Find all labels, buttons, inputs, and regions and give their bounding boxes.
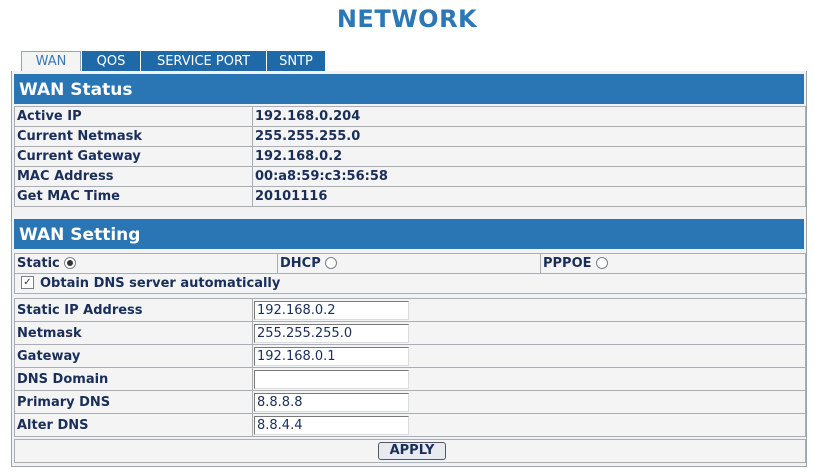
table-row: Netmask bbox=[14, 321, 806, 345]
mode-static-radio[interactable] bbox=[63, 256, 76, 269]
current-gateway-value: 192.168.0.2 bbox=[252, 146, 806, 167]
static-ip-input[interactable] bbox=[254, 300, 409, 320]
current-netmask-label: Current Netmask bbox=[14, 126, 253, 147]
mode-dhcp-radio[interactable] bbox=[324, 256, 337, 269]
obtain-dns-label: Obtain DNS server automatically bbox=[40, 276, 281, 291]
dns-domain-cell bbox=[252, 367, 806, 391]
wan-status-header: WAN Status bbox=[14, 74, 804, 104]
tab-qos[interactable]: QOS bbox=[82, 51, 140, 71]
page-title: NETWORK bbox=[336, 5, 478, 33]
table-row: Static IP Address bbox=[14, 298, 806, 322]
wan-status-table: Active IP 192.168.0.204 Current Netmask … bbox=[14, 106, 806, 207]
mode-dhcp-cell[interactable]: DHCP bbox=[277, 253, 541, 274]
table-row: Alter DNS bbox=[14, 413, 806, 437]
mode-static-label: Static bbox=[17, 256, 60, 271]
mode-pppoe-cell[interactable]: PPPOE bbox=[540, 253, 806, 274]
current-gateway-label: Current Gateway bbox=[14, 146, 253, 167]
wan-panel: WAN Status Active IP 192.168.0.204 Curre… bbox=[11, 71, 807, 467]
tab-bar: WAN QOS SERVICE PORT SNTP bbox=[11, 51, 807, 72]
table-row: Gateway bbox=[14, 344, 806, 368]
alter-dns-label: Alter DNS bbox=[14, 413, 253, 437]
active-ip-label: Active IP bbox=[14, 106, 253, 127]
obtain-dns-checkbox[interactable]: ✓ bbox=[21, 276, 34, 289]
obtain-dns-cell[interactable]: ✓ Obtain DNS server automatically bbox=[14, 273, 806, 294]
current-netmask-value: 255.255.255.0 bbox=[252, 126, 806, 147]
wan-setting-header: WAN Setting bbox=[14, 219, 804, 249]
netmask-input[interactable] bbox=[254, 323, 409, 343]
gateway-cell bbox=[252, 344, 806, 368]
mode-pppoe-label: PPPOE bbox=[543, 256, 592, 271]
tab-service-port[interactable]: SERVICE PORT bbox=[141, 51, 266, 71]
tab-sntp[interactable]: SNTP bbox=[267, 51, 325, 71]
table-row: MAC Address 00:a8:59:c3:56:58 bbox=[14, 166, 806, 187]
wan-setting-table: Static IP Address Netmask Gateway DNS Do… bbox=[14, 298, 806, 437]
apply-button[interactable]: APPLY bbox=[378, 442, 446, 460]
mac-address-value: 00:a8:59:c3:56:58 bbox=[252, 166, 806, 187]
table-row: Current Gateway 192.168.0.2 bbox=[14, 146, 806, 167]
get-mac-time-label: Get MAC Time bbox=[14, 186, 253, 207]
table-row: Static DHCP PPPOE bbox=[14, 253, 806, 274]
mode-static-cell[interactable]: Static bbox=[14, 253, 278, 274]
static-ip-cell bbox=[252, 298, 806, 322]
mac-address-label: MAC Address bbox=[14, 166, 253, 187]
primary-dns-label: Primary DNS bbox=[14, 390, 253, 414]
mode-pppoe-radio[interactable] bbox=[595, 256, 608, 269]
mode-dhcp-label: DHCP bbox=[280, 256, 321, 271]
wan-mode-table: Static DHCP PPPOE ✓ Obtain DNS server aut… bbox=[14, 253, 806, 294]
tab-wan[interactable]: WAN bbox=[21, 51, 81, 72]
netmask-label: Netmask bbox=[14, 321, 253, 345]
table-row: Current Netmask 255.255.255.0 bbox=[14, 126, 806, 147]
table-row: ✓ Obtain DNS server automatically bbox=[14, 273, 806, 294]
table-row: DNS Domain bbox=[14, 367, 806, 391]
table-row: Get MAC Time 20101116 bbox=[14, 186, 806, 207]
alter-dns-cell bbox=[252, 413, 806, 437]
table-row: Primary DNS bbox=[14, 390, 806, 414]
apply-row: APPLY bbox=[14, 439, 806, 463]
dns-domain-label: DNS Domain bbox=[14, 367, 253, 391]
static-ip-label: Static IP Address bbox=[14, 298, 253, 322]
primary-dns-cell bbox=[252, 390, 806, 414]
netmask-cell bbox=[252, 321, 806, 345]
dns-domain-input[interactable] bbox=[254, 369, 409, 389]
alter-dns-input[interactable] bbox=[254, 415, 409, 435]
gateway-label: Gateway bbox=[14, 344, 253, 368]
table-row: Active IP 192.168.0.204 bbox=[14, 106, 806, 127]
gateway-input[interactable] bbox=[254, 346, 409, 366]
active-ip-value: 192.168.0.204 bbox=[252, 106, 806, 127]
get-mac-time-value: 20101116 bbox=[252, 186, 806, 207]
primary-dns-input[interactable] bbox=[254, 392, 409, 412]
